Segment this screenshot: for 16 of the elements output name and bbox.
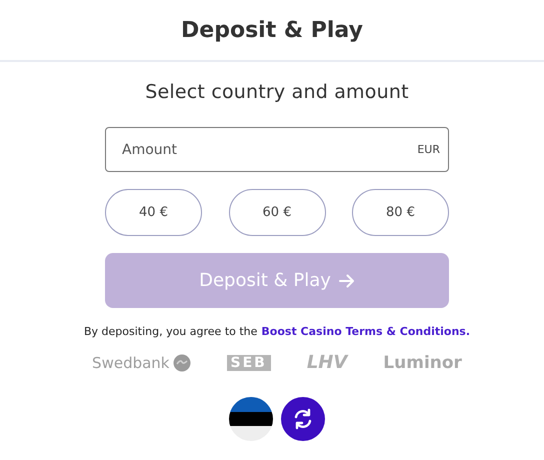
refresh-button[interactable] [281, 397, 325, 441]
page-title: Deposit & Play [181, 18, 363, 42]
amount-preset-button[interactable]: 40 € [105, 189, 202, 236]
arrow-right-icon [338, 274, 355, 288]
bank-logo: LHV [306, 352, 348, 373]
flag-icon[interactable] [229, 397, 273, 441]
bank-logo-text: Swedbank [92, 354, 170, 372]
terms-link[interactable]: Boost Casino Terms & Conditions. [261, 325, 470, 338]
terms-text: By depositing, you agree to the [84, 325, 258, 338]
subtitle: Select country and amount [145, 81, 409, 103]
currency-label: EUR [417, 143, 440, 156]
bank-logo: SEB [226, 354, 271, 370]
amount-preset-button[interactable]: 80 € [352, 189, 449, 236]
refresh-icon [292, 408, 314, 430]
bank-logo: Luminor [383, 352, 462, 372]
amount-preset-button[interactable]: 60 € [228, 189, 326, 236]
